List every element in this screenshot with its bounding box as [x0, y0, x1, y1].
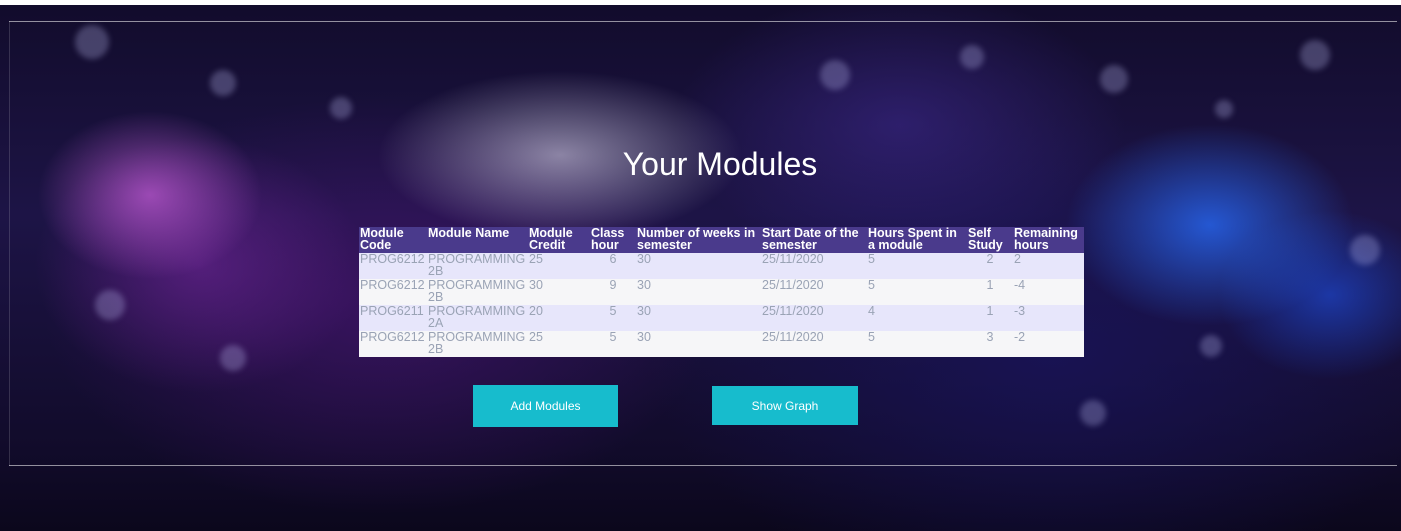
bokeh-light	[1200, 335, 1222, 357]
column-header-module-credit: Module Credit	[528, 227, 590, 253]
cell-weeks: 30	[636, 305, 761, 331]
column-header-start-date: Start Date of the semester	[761, 227, 867, 253]
cell-remaining-hours: 2	[1013, 253, 1084, 279]
table-row: PROG6212 PROGRAMMING 2B 25 5 30 25/11/20…	[359, 331, 1084, 357]
bokeh-light	[330, 97, 352, 119]
cell-self-study: 3	[967, 331, 1013, 357]
cell-self-study: 1	[967, 305, 1013, 331]
bokeh-light	[210, 70, 236, 96]
bokeh-light	[1300, 40, 1330, 70]
cell-hours-spent: 5	[867, 253, 967, 279]
cell-weeks: 30	[636, 279, 761, 305]
cell-start-date: 25/11/2020	[761, 331, 867, 357]
cell-start-date: 25/11/2020	[761, 279, 867, 305]
table-row: PROG6212 PROGRAMMING 2B 30 9 30 25/11/20…	[359, 279, 1084, 305]
cell-module-name: PROGRAMMING 2B	[427, 331, 528, 357]
cell-module-name: PROGRAMMING 2A	[427, 305, 528, 331]
show-graph-button[interactable]: Show Graph	[712, 386, 858, 425]
column-header-class-hour: Class hour	[590, 227, 636, 253]
bokeh-light	[1350, 235, 1380, 265]
cell-module-name: PROGRAMMING 2B	[427, 253, 528, 279]
bokeh-light	[1100, 65, 1128, 93]
cell-hours-spent: 4	[867, 305, 967, 331]
cell-module-credit: 30	[528, 279, 590, 305]
cell-module-credit: 20	[528, 305, 590, 331]
cell-class-hour: 5	[590, 305, 636, 331]
bokeh-light	[820, 60, 850, 90]
cell-module-code: PROG6211	[359, 305, 427, 331]
cell-module-code: PROG6212	[359, 331, 427, 357]
column-header-module-name: Module Name	[427, 227, 528, 253]
cell-module-code: PROG6212	[359, 253, 427, 279]
cell-hours-spent: 5	[867, 279, 967, 305]
cell-class-hour: 9	[590, 279, 636, 305]
table-row: PROG6211 PROGRAMMING 2A 20 5 30 25/11/20…	[359, 305, 1084, 331]
bokeh-light	[95, 290, 125, 320]
column-header-self-study: Self Study	[967, 227, 1013, 253]
cell-self-study: 2	[967, 253, 1013, 279]
cell-weeks: 30	[636, 331, 761, 357]
column-header-hours-spent: Hours Spent in a module	[867, 227, 967, 253]
bokeh-light	[220, 345, 246, 371]
column-header-module-code: Module Code	[359, 227, 427, 253]
cell-hours-spent: 5	[867, 331, 967, 357]
frame-bottom-border	[9, 465, 1397, 466]
bokeh-light	[1080, 400, 1106, 426]
cell-weeks: 30	[636, 253, 761, 279]
cell-remaining-hours: -2	[1013, 331, 1084, 357]
bokeh-light	[1215, 100, 1233, 118]
cell-class-hour: 5	[590, 331, 636, 357]
frame-top-border	[9, 21, 1397, 22]
column-header-weeks-in-semester: Number of weeks in semester	[636, 227, 761, 253]
cell-module-code: PROG6212	[359, 279, 427, 305]
cell-module-name: PROGRAMMING 2B	[427, 279, 528, 305]
add-modules-button[interactable]: Add Modules	[473, 385, 618, 427]
cell-start-date: 25/11/2020	[761, 305, 867, 331]
column-header-remaining-hours: Remaining hours	[1013, 227, 1084, 253]
cell-module-credit: 25	[528, 331, 590, 357]
page-title: Your Modules	[622, 146, 818, 182]
table-header-row: Module Code Module Name Module Credit Cl…	[359, 227, 1084, 253]
table-row: PROG6212 PROGRAMMING 2B 25 6 30 25/11/20…	[359, 253, 1084, 279]
cell-module-credit: 25	[528, 253, 590, 279]
modules-table: Module Code Module Name Module Credit Cl…	[359, 227, 1084, 357]
bokeh-light	[75, 25, 109, 59]
cell-start-date: 25/11/2020	[761, 253, 867, 279]
cell-remaining-hours: -3	[1013, 305, 1084, 331]
cell-self-study: 1	[967, 279, 1013, 305]
cell-class-hour: 6	[590, 253, 636, 279]
bokeh-light	[960, 45, 984, 69]
cell-remaining-hours: -4	[1013, 279, 1084, 305]
frame-left-border	[9, 21, 10, 466]
